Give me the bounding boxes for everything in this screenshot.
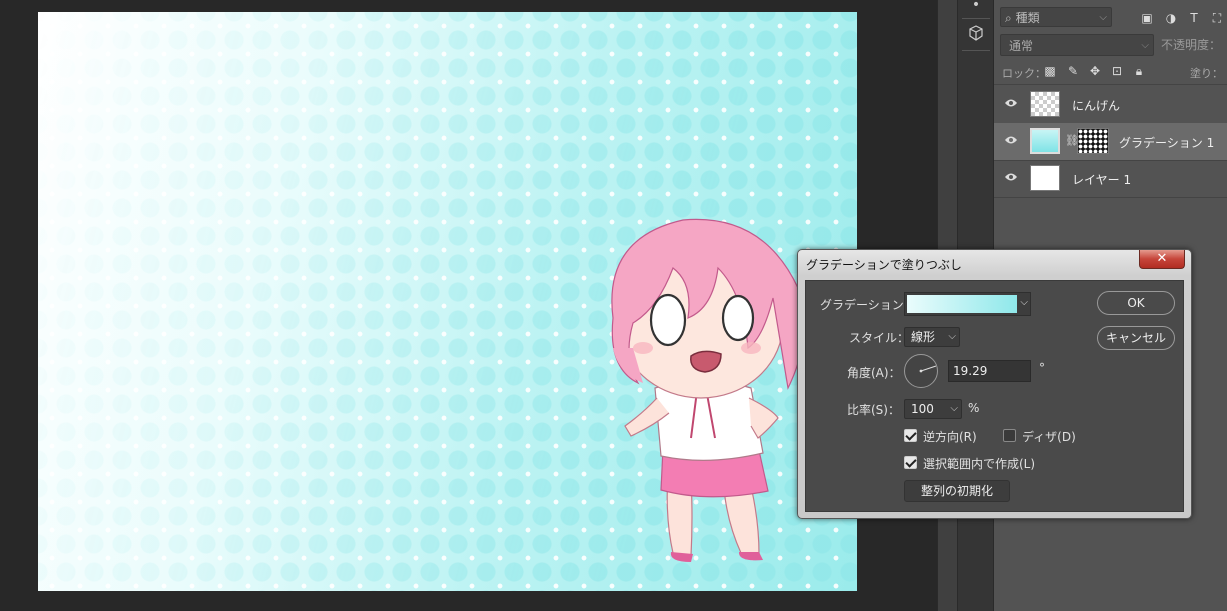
type-layer-filter-icon[interactable]: T	[1187, 11, 1201, 25]
lock-row: ロック： ▩ ✎ ✥ ⊡ 🔒︎ 塗り：	[994, 62, 1227, 85]
angle-input[interactable]: 19.29	[948, 360, 1031, 382]
panel-menu-icon[interactable]: •	[963, 0, 989, 18]
dither-label[interactable]: ディザ(D)	[1022, 428, 1076, 445]
panel-divider	[962, 50, 990, 51]
cancel-button[interactable]: キャンセル	[1097, 326, 1175, 350]
angle-unit: °	[1039, 361, 1045, 375]
gradient-label: グラデーション：	[820, 298, 916, 312]
angle-indicator-icon	[919, 365, 937, 373]
lock-label: ロック：	[1002, 67, 1046, 80]
layer-mask-thumbnail[interactable]	[1077, 128, 1109, 154]
scale-value: 100	[911, 402, 934, 416]
gradient-fill-dialog: グラデーションで塗りつぶし ✕ グラデーション： ⌵ スタイル： 線形 ⌵ 角度…	[797, 249, 1192, 519]
visibility-eye-icon[interactable]	[1004, 98, 1018, 108]
layer-kind-filter[interactable]: ⌕ 種類 ⌵	[1000, 7, 1112, 27]
reverse-checkbox[interactable]	[904, 429, 917, 442]
chibi-character-illustration	[611, 218, 805, 562]
shape-layer-filter-icon[interactable]: ⛶	[1210, 11, 1224, 25]
align-with-layer-label[interactable]: 選択範囲内で作成(L)	[923, 455, 1035, 472]
angle-label: 角度(A)：	[847, 366, 901, 380]
angle-dial[interactable]	[904, 354, 938, 388]
visibility-eye-icon[interactable]	[1004, 135, 1018, 145]
adjustment-layer-filter-icon[interactable]: ◑	[1164, 11, 1178, 25]
panel-divider	[962, 18, 990, 19]
align-with-layer-checkbox[interactable]	[904, 456, 917, 469]
chevron-down-icon[interactable]: ⌵	[950, 400, 958, 418]
reset-alignment-button[interactable]: 整列の初期化	[904, 480, 1010, 502]
kind-filter-value: 種類	[1015, 11, 1040, 25]
layer-row[interactable]: にんげん	[994, 86, 1227, 124]
scale-unit: %	[968, 401, 980, 415]
gradient-swatch[interactable]	[907, 295, 1017, 313]
ok-button[interactable]: OK	[1097, 291, 1175, 315]
chevron-down-icon: ⌵	[948, 331, 956, 342]
scale-input[interactable]: 100 ⌵	[904, 399, 962, 419]
dialog-body: グラデーション： ⌵ スタイル： 線形 ⌵ 角度(A)： 19.29 ° 比率(…	[805, 280, 1184, 512]
close-button[interactable]: ✕	[1139, 250, 1185, 269]
visibility-eye-icon[interactable]	[1004, 172, 1018, 182]
gradient-fill-thumbnail[interactable]	[1030, 128, 1060, 154]
3d-cube-icon[interactable]	[963, 20, 989, 46]
blend-mode-select[interactable]: 通常 ⌵	[1000, 34, 1154, 56]
layer-name: にんげん	[1072, 99, 1121, 113]
style-select[interactable]: 線形 ⌵	[904, 327, 960, 347]
blend-opacity-row: 通常 ⌵ 不透明度：	[994, 34, 1227, 58]
gradient-picker[interactable]: ⌵	[904, 292, 1031, 316]
layer-name: グラデーション 1	[1119, 136, 1215, 150]
lock-transparency-icon[interactable]: ▩	[1043, 64, 1057, 78]
chevron-down-icon: ⌵	[1099, 12, 1107, 23]
layer-thumbnail	[1030, 165, 1060, 191]
reverse-label[interactable]: 逆方向(R)	[923, 428, 977, 445]
lock-image-pixels-icon[interactable]: ✎	[1066, 64, 1080, 78]
link-chain-icon[interactable]: ⛓	[1065, 134, 1079, 148]
pixel-layer-filter-icon[interactable]: ▣	[1140, 11, 1154, 25]
dialog-title: グラデーションで塗りつぶし	[806, 258, 962, 272]
lock-position-icon[interactable]: ✥	[1088, 64, 1102, 78]
dither-checkbox[interactable]	[1003, 429, 1016, 442]
layer-filter-row: ⌕ 種類 ⌵ ▣ ◑ T ⛶	[994, 4, 1227, 30]
layer-row-selected[interactable]: ⛓ グラデーション 1	[994, 123, 1227, 161]
style-label: スタイル：	[849, 331, 910, 345]
blend-mode-value: 通常	[1009, 39, 1034, 53]
scale-label: 比率(S)：	[847, 403, 900, 417]
fill-label: 塗り：	[1190, 67, 1223, 80]
document-canvas[interactable]	[38, 12, 857, 591]
search-icon: ⌕	[1005, 11, 1012, 25]
layer-thumbnail	[1030, 91, 1060, 117]
layer-name: レイヤー 1	[1072, 173, 1132, 187]
opacity-label: 不透明度：	[1161, 38, 1222, 52]
lock-all-icon[interactable]: 🔒︎	[1132, 64, 1146, 78]
style-value: 線形	[911, 330, 936, 344]
chevron-down-icon: ⌵	[1141, 40, 1149, 51]
chevron-down-icon[interactable]: ⌵	[1020, 297, 1028, 308]
layer-row[interactable]: レイヤー 1	[994, 160, 1227, 198]
lock-artboard-icon[interactable]: ⊡	[1110, 64, 1124, 78]
